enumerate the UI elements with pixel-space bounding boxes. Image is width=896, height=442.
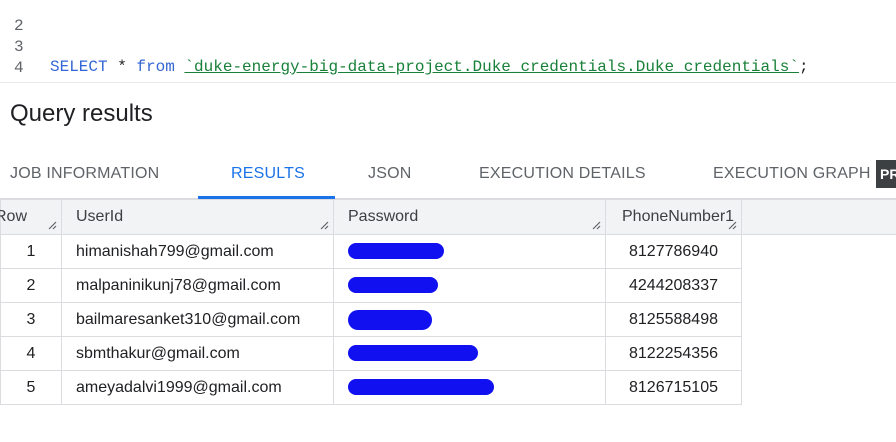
table-row: 1 himanishah799@gmail.com 8127786940 bbox=[0, 234, 742, 269]
row-number: 4 bbox=[0, 336, 62, 371]
column-header-label: Password bbox=[348, 208, 419, 225]
column-header-userid[interactable]: UserId bbox=[61, 199, 334, 235]
row-number: 3 bbox=[0, 302, 62, 337]
phone-cell[interactable]: 8126715105 bbox=[605, 370, 742, 405]
sql-keyword-from: from bbox=[136, 58, 175, 76]
column-header-phonenumber1[interactable]: PhoneNumber1 bbox=[605, 199, 742, 235]
redaction-mark bbox=[348, 379, 494, 396]
table-row: 4 sbmthakur@gmail.com 8122254356 bbox=[0, 336, 742, 371]
editor-line: 2 bbox=[0, 0, 38, 35]
userid-cell[interactable]: malpaninikunj78@gmail.com bbox=[61, 268, 334, 303]
row-number: 5 bbox=[0, 370, 62, 405]
table-row: 3 bailmaresanket310@gmail.com 8125588498 bbox=[0, 302, 742, 337]
query-results-title: Query results bbox=[10, 100, 153, 127]
password-cell[interactable] bbox=[333, 268, 606, 303]
password-cell[interactable] bbox=[333, 302, 606, 337]
userid-cell[interactable]: himanishah799@gmail.com bbox=[61, 234, 334, 269]
password-cell[interactable] bbox=[333, 336, 606, 371]
column-resize-icon[interactable] bbox=[727, 220, 737, 230]
table-row: 5 ameyadalvi1999@gmail.com 8126715105 bbox=[0, 370, 742, 405]
userid-cell[interactable]: ameyadalvi1999@gmail.com bbox=[61, 370, 334, 405]
column-resize-icon[interactable] bbox=[591, 220, 601, 230]
redaction-mark bbox=[348, 345, 478, 362]
userid-cell[interactable]: sbmthakur@gmail.com bbox=[61, 336, 334, 371]
column-header-label: UserId bbox=[76, 208, 124, 225]
column-header-label: PhoneNumber1 bbox=[622, 208, 735, 225]
header-filler bbox=[741, 199, 896, 235]
sql-table-reference[interactable]: `duke-energy-big-data-project.Duke_crede… bbox=[184, 58, 799, 76]
column-header-password[interactable]: Password bbox=[333, 199, 606, 235]
table-header-row: Row UserId Password PhoneNumber1 bbox=[0, 199, 742, 235]
sql-code[interactable]: SELECT * from `duke-energy-big-data-proj… bbox=[50, 57, 809, 77]
row-number: 2 bbox=[0, 268, 62, 303]
column-resize-icon[interactable] bbox=[319, 220, 329, 230]
sql-terminator: ; bbox=[798, 58, 809, 76]
phone-cell[interactable]: 4244208337 bbox=[605, 268, 742, 303]
password-cell[interactable] bbox=[333, 234, 606, 269]
column-header-row[interactable]: Row bbox=[0, 199, 62, 235]
userid-cell[interactable]: bailmaresanket310@gmail.com bbox=[61, 302, 334, 337]
preview-badge: PR bbox=[876, 160, 896, 188]
sql-keyword-select: SELECT bbox=[50, 58, 108, 76]
column-resize-icon[interactable] bbox=[47, 220, 57, 230]
tab-job-information[interactable]: JOB INFORMATION bbox=[10, 152, 159, 198]
redaction-mark bbox=[348, 243, 444, 260]
redaction-mark bbox=[348, 309, 432, 330]
tab-execution-graph[interactable]: EXECUTION GRAPH bbox=[713, 152, 871, 198]
tab-results[interactable]: RESULTS bbox=[231, 152, 305, 198]
results-table: Row UserId Password PhoneNumber1 1 himan… bbox=[0, 199, 742, 405]
phone-cell[interactable]: 8127786940 bbox=[605, 234, 742, 269]
phone-cell[interactable]: 8125588498 bbox=[605, 302, 742, 337]
column-header-label: Row bbox=[0, 208, 28, 225]
row-number: 1 bbox=[0, 234, 62, 269]
redaction-mark bbox=[348, 277, 438, 294]
line-number: 4 bbox=[14, 59, 24, 77]
password-cell[interactable] bbox=[333, 370, 606, 405]
editor-line: 4 bbox=[0, 38, 38, 77]
tab-json[interactable]: JSON bbox=[368, 152, 411, 198]
tab-execution-details[interactable]: EXECUTION DETAILS bbox=[479, 152, 646, 198]
editor-line: 3 SELECT * from `duke-energy-big-data-pr… bbox=[0, 17, 809, 76]
sql-editor[interactable]: 2 3 SELECT * from `duke-energy-big-data-… bbox=[0, 0, 896, 83]
phone-cell[interactable]: 8122254356 bbox=[605, 336, 742, 371]
table-row: 2 malpaninikunj78@gmail.com 4244208337 bbox=[0, 268, 742, 303]
sql-select-list: * bbox=[107, 58, 137, 76]
results-tabs: JOB INFORMATION RESULTS JSON EXECUTION D… bbox=[0, 152, 896, 199]
